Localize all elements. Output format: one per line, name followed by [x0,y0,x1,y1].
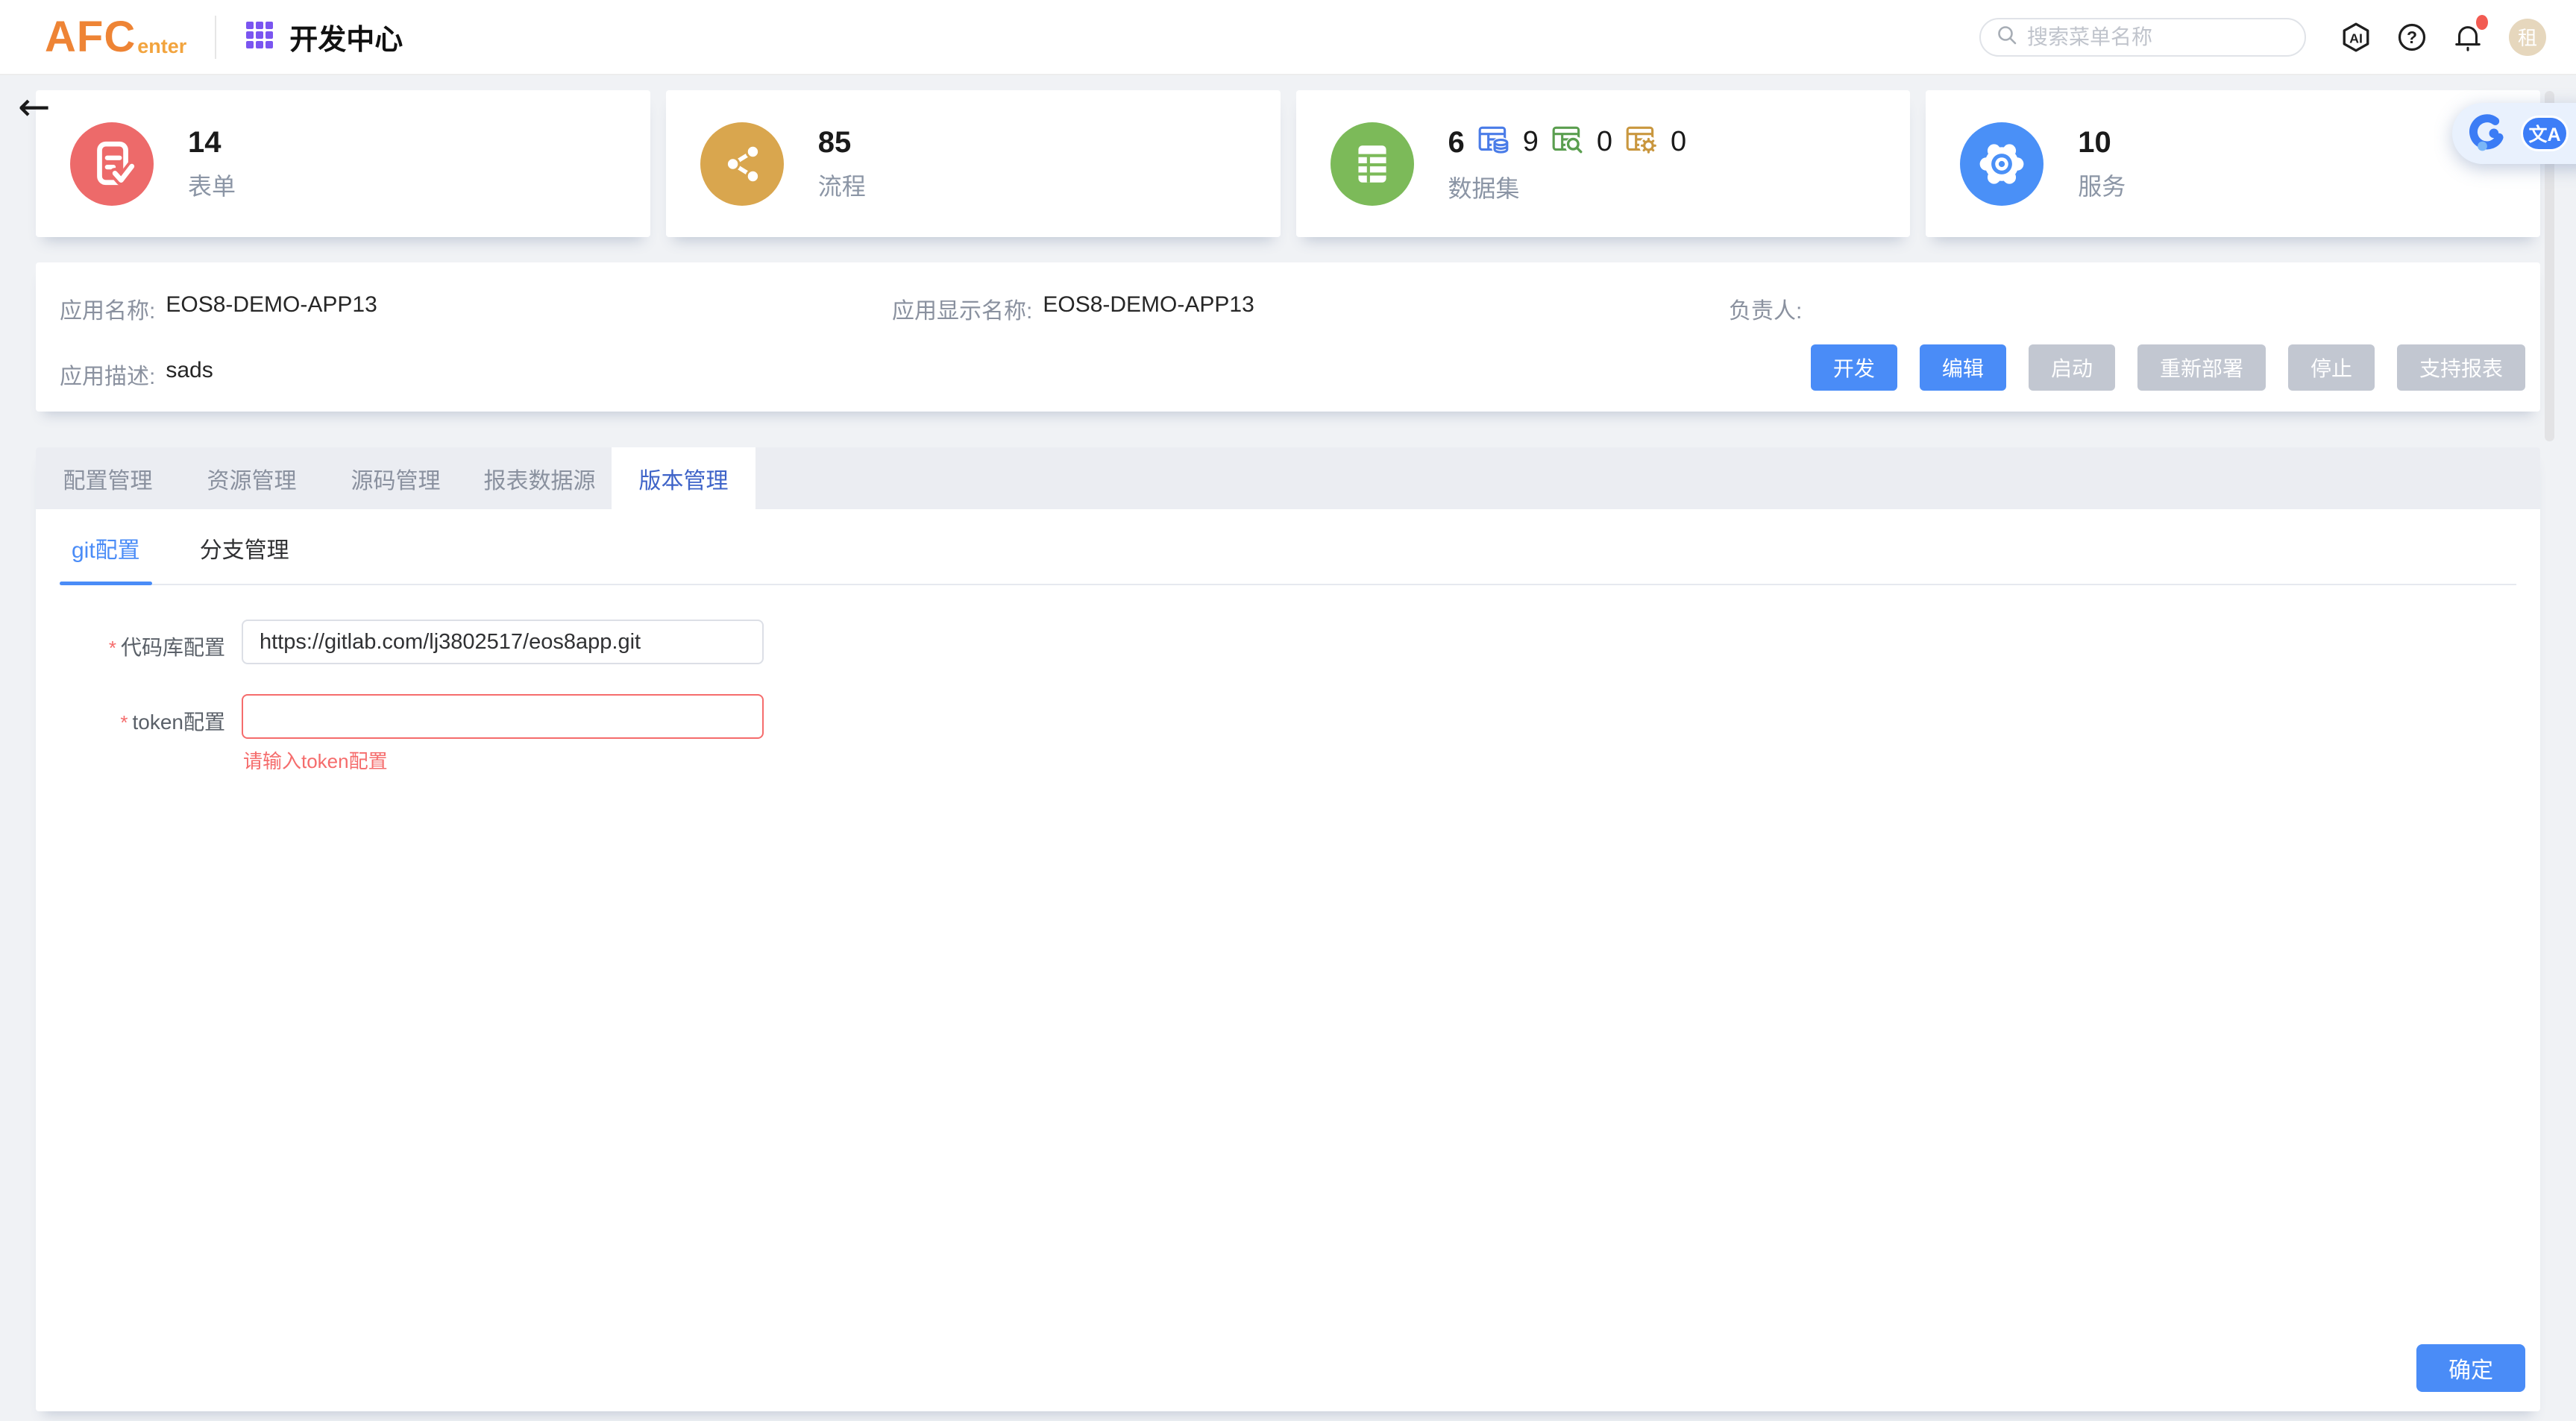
token-input[interactable] [242,694,764,739]
share-icon [700,122,784,206]
avatar-text: 租 [2518,23,2537,51]
stat-card-datasets[interactable]: 6 [1296,90,1911,237]
afcenter-logo[interactable]: AFC enter [45,16,186,59]
datasets-label: 数据集 [1448,170,1687,204]
assistant-swirl-icon[interactable] [2464,110,2507,157]
forms-label: 表单 [188,168,236,202]
form-check-icon [70,122,154,206]
svg-text:?: ? [2407,28,2417,47]
notifications-bell-icon[interactable] [2452,21,2484,54]
datasets-sub-count-3: 0 [1671,126,1686,158]
tab-config-management[interactable]: 配置管理 [36,447,180,509]
help-icon[interactable]: ? [2397,22,2427,52]
owner-label: 负责人: [1729,292,1802,325]
confirm-button[interactable]: 确定 [2416,1344,2525,1392]
flows-count: 85 [818,126,866,159]
required-asterisk: * [109,637,116,659]
avatar[interactable]: 租 [2509,19,2546,56]
app-info-panel: 应用名称: EOS8-DEMO-APP13 应用显示名称: EOS8-DEMO-… [36,262,2540,412]
datasets-sub-count-2: 0 [1597,126,1612,158]
start-button[interactable]: 启动 [2029,344,2115,391]
stat-card-services[interactable]: 10 服务 [1926,90,2540,237]
ai-assistant-button[interactable]: AI [2340,22,2372,53]
search-input[interactable] [2027,25,2290,49]
app-display-name-label: 应用显示名称: [892,292,1032,325]
app-header: AFC enter 开发中心 AI [0,0,2576,75]
app-action-buttons: 开发 编辑 启动 重新部署 停止 支持报表 [1811,344,2525,391]
develop-button[interactable]: 开发 [1811,344,1897,391]
tab-version-management[interactable]: 版本管理 [612,447,755,509]
services-label: 服务 [2078,168,2126,202]
subtab-branch-management[interactable]: 分支管理 [188,532,301,584]
redeploy-button[interactable]: 重新部署 [2137,344,2266,391]
token-error-message: 请输入token配置 [242,746,764,774]
app-description-field: 应用描述: sads [60,358,213,391]
svg-text:AI: AI [2349,31,2363,45]
required-asterisk: * [120,711,128,734]
app-description-label: 应用描述: [60,358,155,391]
stat-cards-row: 14 表单 85 流程 [36,90,2540,237]
search-icon [1996,24,2018,50]
repo-url-input[interactable] [242,620,764,664]
main-tabs: 配置管理 资源管理 源码管理 报表数据源 版本管理 [36,447,2540,509]
owner-field: 负责人: [1729,292,1812,325]
table-database-icon [1477,123,1511,161]
app-description-value: sads [166,358,213,391]
flows-label: 流程 [818,168,866,202]
repo-config-row: *代码库配置 [60,620,2540,664]
gear-icon [1960,122,2043,206]
logo-sub-text: enter [137,37,186,57]
app-name-label: 应用名称: [60,292,155,325]
datasets-sub-count-1: 9 [1523,126,1539,158]
tab-resource-management[interactable]: 资源管理 [180,447,324,509]
table-gear-icon [1624,123,1659,161]
subtab-git-config[interactable]: git配置 [60,532,152,584]
repo-config-label: *代码库配置 [60,620,225,661]
browser-extension-widget: 文A [2452,103,2576,164]
main-panel: 配置管理 资源管理 源码管理 报表数据源 版本管理 git配置 分支管理 *代码… [36,447,2540,1411]
app-display-name-field: 应用显示名称: EOS8-DEMO-APP13 [892,292,1254,325]
page-title: 开发中心 [289,16,403,57]
services-count: 10 [2078,126,2126,159]
stat-card-forms[interactable]: 14 表单 [36,90,650,237]
app-switcher[interactable]: 开发中心 [245,16,403,57]
translate-icon[interactable]: 文A [2521,116,2569,151]
git-config-form: *代码库配置 *token配置 请输入token配置 [60,620,2540,774]
token-config-label: *token配置 [60,694,225,736]
report-support-button[interactable]: 支持报表 [2397,344,2525,391]
forms-count: 14 [188,126,236,159]
tab-report-datasource[interactable]: 报表数据源 [468,447,612,509]
datasets-count: 6 [1448,126,1465,159]
logo-main-text: AFC [45,16,136,59]
header-divider [215,16,216,59]
token-config-row: *token配置 请输入token配置 [60,694,2540,774]
stat-card-flows[interactable]: 85 流程 [666,90,1281,237]
notification-badge [2476,15,2488,30]
grid-icon [245,20,274,54]
table-search-icon [1551,123,1585,161]
app-name-field: 应用名称: EOS8-DEMO-APP13 [60,292,377,325]
translate-label: 文A [2528,120,2560,147]
back-button[interactable]: ← [18,88,51,127]
edit-button[interactable]: 编辑 [1920,344,2006,391]
tab-source-management[interactable]: 源码管理 [324,447,468,509]
table-icon [1331,122,1414,206]
version-subtabs: git配置 分支管理 [60,509,2516,585]
app-display-name-value: EOS8-DEMO-APP13 [1043,292,1254,325]
menu-search[interactable] [1979,18,2306,57]
app-name-value: EOS8-DEMO-APP13 [166,292,377,325]
stop-button[interactable]: 停止 [2288,344,2375,391]
